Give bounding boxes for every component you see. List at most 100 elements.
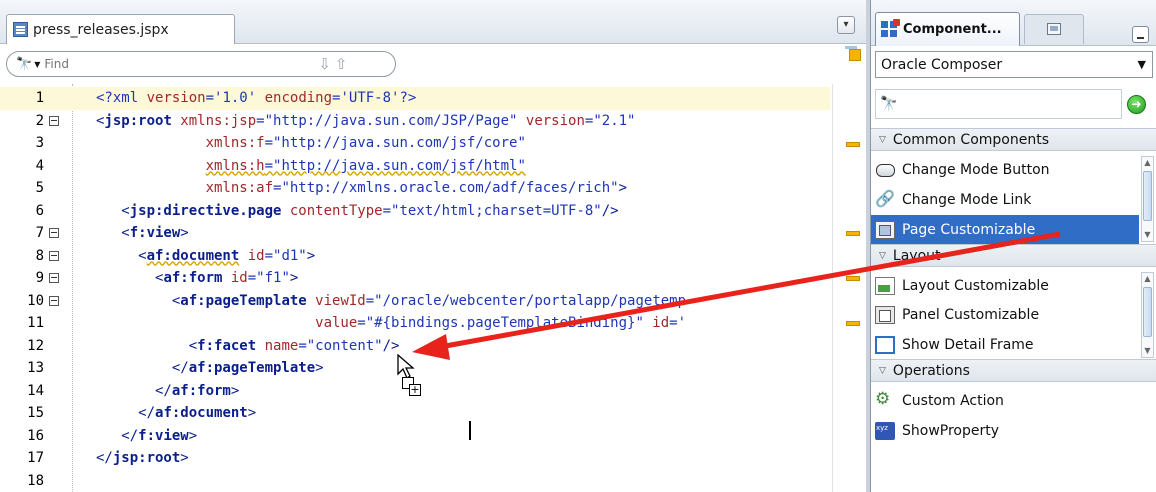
warning-marker[interactable] [846,276,860,281]
fold-collapse-icon[interactable] [49,115,59,126]
code-line[interactable]: 5 xmlns:af="http://xmlns.oracle.com/adf/… [0,177,830,200]
find-box[interactable]: 🔭 ▼ ⇩ ⇧ [6,51,396,77]
code-line[interactable]: 6 <jsp:directive.page contentType="text/… [0,200,830,223]
collapse-chevron-icon: ▽ [879,250,886,261]
palette-item-custom-action[interactable]: Custom Action [871,386,1139,415]
custom-action-icon [875,389,895,410]
palette-item-panel-customizable[interactable]: Panel Customizable [871,300,1139,329]
palette-item-page-customizable[interactable]: Page Customizable [871,215,1139,244]
button-component-icon [875,160,895,179]
section-operations[interactable]: ▽ Operations [871,359,1156,382]
line-number: 18 [27,472,44,489]
code-line[interactable]: 8 <af:document id="d1"> [0,245,830,268]
library-select[interactable]: Oracle Composer ▼ [875,51,1153,78]
tab-press-releases[interactable]: press_releases.jspx [6,14,235,44]
panel-customizable-icon [875,305,895,324]
chevron-down-icon[interactable]: ▼ [1138,58,1146,71]
scroll-down-icon[interactable]: ▼ [1142,230,1153,240]
code-text[interactable]: <f:facet name="content"/> [96,335,400,358]
code-text[interactable]: <jsp:directive.page contentType="text/ht… [96,200,618,223]
code-line[interactable]: 11 value="#{bindings.pageTemplateBinding… [0,312,830,335]
warning-marker[interactable] [846,321,860,326]
code-text[interactable]: <af:form id="f1"> [96,267,298,290]
code-text[interactable]: <?xml version='1.0' encoding='UTF-8'?> [96,87,416,110]
code-line[interactable]: 10 <af:pageTemplate viewId="/oracle/webc… [0,290,830,313]
scrollbar-thumb[interactable] [1143,287,1152,337]
line-number: 8 [35,247,44,264]
find-input[interactable] [44,54,315,74]
code-line[interactable]: 16 </f:view> [0,425,830,448]
code-text[interactable]: xmlns:f="http://java.sun.com/jsf/core" [96,132,526,155]
code-editor[interactable]: press_releases.jspx ▾ 🔭 ▼ ⇩ ⇧ 1 <?xml ver… [0,0,866,492]
code-text[interactable]: <jsp:root xmlns:jsp="http://java.sun.com… [96,110,635,133]
code-line[interactable]: 17 </jsp:root> [0,447,830,470]
code-line[interactable]: 18 [0,470,830,492]
code-text[interactable]: </af:form> [96,380,239,403]
code-text[interactable]: value="#{bindings.pageTemplateBinding}" … [96,312,686,335]
library-select-value: Oracle Composer [881,56,1003,73]
code-text[interactable]: </f:view> [96,425,197,448]
fold-collapse-icon[interactable] [49,273,59,283]
code-text[interactable]: xmlns:h="http://java.sun.com/jsf/html" [96,155,526,178]
find-previous-icon[interactable]: ⇧ [335,55,348,73]
code-text[interactable]: <af:document id="d1"> [96,245,315,268]
common-components-scrollbar[interactable]: ▲ ▼ [1141,156,1154,242]
code-text[interactable]: </af:pageTemplate> [96,357,324,380]
search-options-dropdown-icon[interactable]: ▼ [34,60,40,69]
palette-item-label: ShowProperty [902,422,1000,439]
scroll-up-icon[interactable]: ▲ [1142,274,1153,284]
scroll-down-icon[interactable]: ▼ [1142,346,1153,356]
line-number: 13 [27,360,44,376]
minimize-button[interactable] [1132,26,1149,43]
line-number: 10 [27,292,44,309]
palette-item-change-mode-button[interactable]: Change Mode Button [871,155,1139,184]
error-overview-indicator[interactable] [845,44,863,64]
code-area[interactable]: 1 <?xml version='1.0' encoding='UTF-8'?> 2… [0,84,830,492]
binoculars-search-icon[interactable]: 🔭 [16,57,32,72]
palette-item-layout-customizable[interactable]: Layout Customizable [871,271,1139,300]
palette-item-show-detail-frame[interactable]: Show Detail Frame [871,330,1139,359]
palette-search-input[interactable] [901,93,1102,115]
code-text[interactable]: <af:pageTemplate viewId="/oracle/webcent… [96,290,686,313]
code-text[interactable]: xmlns:af="http://xmlns.oracle.com/adf/fa… [96,177,627,200]
fold-collapse-icon[interactable] [49,228,59,238]
code-line[interactable]: 7 <f:view> [0,222,830,245]
palette-item-show-property[interactable]: ShowProperty [871,416,1139,445]
find-next-icon[interactable]: ⇩ [318,55,331,73]
section-label: Common Components [892,131,1049,148]
code-line[interactable]: 15 </af:document> [0,402,830,425]
code-line[interactable]: 4 xmlns:h="http://java.sun.com/jsf/html" [0,155,830,178]
layout-scrollbar[interactable]: ▲ ▼ [1141,272,1154,358]
line-number: 6 [35,202,44,219]
warning-marker[interactable] [846,142,860,147]
palette-item-change-mode-link[interactable]: Change Mode Link [871,185,1139,214]
code-line[interactable]: 1 <?xml version='1.0' encoding='UTF-8'?> [0,87,830,110]
code-line[interactable]: 2 <jsp:root xmlns:jsp="http://java.sun.co… [0,110,830,133]
palette-search-box[interactable]: 🔭 [875,89,1122,119]
scroll-up-icon[interactable]: ▲ [1142,158,1153,168]
fold-collapse-icon[interactable] [49,250,59,261]
component-palette-icon [881,19,900,38]
tab-resource-palette[interactable] [1024,14,1084,44]
line-number: 7 [35,225,44,241]
warning-marker[interactable] [846,231,860,236]
warning-status-icon[interactable] [849,49,861,61]
code-line[interactable]: 3 xmlns:f="http://java.sun.com/jsf/core" [0,132,830,155]
code-text[interactable]: </af:document> [96,402,256,425]
go-button[interactable]: ➜ [1127,95,1146,114]
code-text[interactable]: </jsp:root> [96,447,189,470]
code-line[interactable]: 9 <af:form id="f1"> [0,267,830,290]
tab-component-palette[interactable]: Component... [875,12,1020,46]
warning-gutter[interactable] [832,84,864,492]
line-number: 16 [27,427,44,444]
editor-tab-bar: press_releases.jspx ▾ [0,0,866,44]
code-text[interactable]: <f:view> [96,222,188,245]
text-caret [469,421,471,440]
line-number: 3 [35,135,44,151]
section-common-components[interactable]: ▽ Common Components [871,128,1156,151]
section-layout[interactable]: ▽ Layout [871,244,1156,267]
tab-list-dropdown-button[interactable]: ▾ [837,16,855,34]
fold-collapse-icon[interactable] [49,295,59,306]
scrollbar-thumb[interactable] [1143,171,1152,221]
palette-item-label: Page Customizable [902,221,1036,238]
